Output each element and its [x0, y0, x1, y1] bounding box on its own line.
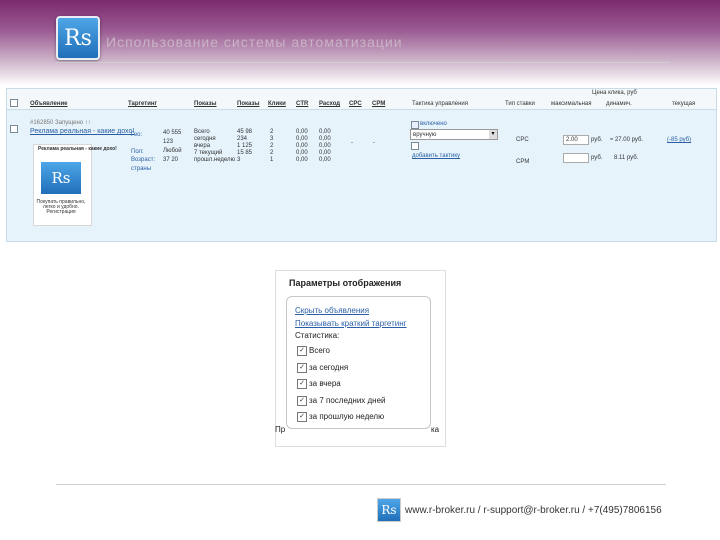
ad-description: Покупать правильно, легко и удобно. Реги… [36, 199, 86, 215]
stats-label: Статистика: [295, 331, 340, 340]
divider [56, 62, 670, 63]
max-bid-input[interactable]: 2.00 [563, 135, 589, 145]
shows-cell: 234 [237, 136, 248, 142]
bid-type-cpc: CPC [516, 137, 529, 143]
period-last-week: прошл.неделю [194, 157, 236, 163]
tactic-option-checkbox[interactable] [411, 142, 419, 150]
panel-title: Параметры отображения [289, 278, 402, 288]
clicks-cell: 1 [270, 157, 274, 163]
rs-logo: Rs [377, 498, 401, 522]
col-cpc[interactable]: CPC [349, 101, 362, 107]
col-spend[interactable]: Расход [319, 101, 340, 107]
max-bid-value: 2.00 [566, 137, 578, 143]
panel-bottom-left: Пр [275, 425, 286, 434]
bid-type-cpm: CPM [516, 159, 530, 165]
col-targeting[interactable]: Таргетинг [128, 101, 157, 107]
period-yesterday: вчера [194, 143, 211, 149]
ctr-cell: 0,00 [296, 129, 308, 135]
slide-title: Использование системы автоматизации [106, 34, 403, 50]
spend-cell: 0,00 [319, 136, 331, 142]
tactic-select-value: вручную [413, 132, 437, 138]
col-dynamic: динамич. [606, 101, 632, 107]
stat-checkbox[interactable]: ✓ [297, 379, 307, 389]
rub-label: руб. [591, 155, 603, 161]
col-tactics: Тактика управления [412, 101, 469, 107]
max-bid-cpm-input[interactable] [563, 153, 589, 163]
col-cpm[interactable]: CPM [372, 101, 385, 107]
col-bid-type: Тип ставки [505, 101, 535, 107]
period-total: Всего [194, 129, 210, 135]
period-week: 7 текущий [194, 150, 223, 156]
ad-logo: Rs [41, 162, 81, 194]
stat-option-total: Всего [309, 346, 330, 355]
target-value-2: 123 [163, 139, 174, 145]
row-checkbox[interactable] [10, 125, 18, 133]
stat-checkbox[interactable]: ✓ [297, 396, 307, 406]
col-max: максимальная [551, 101, 592, 107]
add-tactic-link[interactable]: добавить тактику [412, 153, 460, 159]
footer-contact: www.r-broker.ru / r-support@r-broker.ru … [405, 505, 662, 516]
target-countries-label: страны [131, 166, 152, 172]
col-current: текущая [672, 101, 696, 107]
target-geo-label: Гео: [131, 132, 143, 138]
stat-option-last-week: за прошлую неделю [309, 412, 385, 421]
settings-box [286, 296, 431, 429]
spend-cell: 0,00 [319, 129, 331, 135]
stat-option-yesterday: за вчера [309, 379, 341, 388]
tactic-enabled-label: включено [420, 121, 447, 127]
col-clicks[interactable]: Показы [237, 101, 260, 107]
clicks-cell: 2 [270, 143, 274, 149]
ctr-cell: 0,00 [296, 143, 308, 149]
shows-cell: 45 98 [237, 129, 253, 135]
ctr-cell: 0,00 [296, 136, 308, 142]
col-ads[interactable]: Объявление [30, 101, 68, 107]
dynamic-cpm: 8.11 руб. [614, 155, 639, 161]
tactic-select[interactable]: вручную ▾ [410, 129, 498, 140]
current-bid-link[interactable]: (-85 руб) [667, 137, 691, 143]
cpc-cell: - [351, 140, 353, 146]
target-geo-value: 40 555 [163, 130, 182, 136]
period-today: сегодня [194, 136, 216, 142]
show-targeting-link[interactable]: Показывать краткий таргетинг [295, 319, 407, 328]
hide-ads-link[interactable]: Скрыть объявления [295, 306, 369, 315]
panel-bottom-right: ка [431, 425, 440, 434]
col-shows[interactable]: Показы [194, 101, 217, 107]
stat-checkbox[interactable]: ✓ [297, 363, 307, 373]
spend-cell: 0,00 [319, 150, 331, 156]
select-all-checkbox[interactable] [10, 99, 18, 107]
rs-logo: Rs [56, 16, 100, 60]
ad-box-title: Реклама реальная - какие дохо! [38, 146, 117, 152]
rub-label: руб. [591, 137, 603, 143]
target-age-value: 37 20 [163, 157, 179, 163]
ctr-cell: 0,00 [296, 157, 308, 163]
clicks-cell: 3 [270, 136, 274, 142]
shows-cell: 15 85 [237, 150, 253, 156]
shows-cell: 3 [237, 157, 241, 163]
stat-checkbox[interactable]: ✓ [297, 346, 307, 356]
stat-option-today: за сегодня [309, 363, 349, 372]
col-bids[interactable]: Клики [268, 101, 286, 107]
dynamic-cpc: ≈ 27.00 руб. [610, 137, 644, 143]
price-note: Цена клика, руб [592, 90, 637, 96]
target-sex-label: Пол: [131, 149, 144, 155]
enabled-checkbox[interactable] [411, 121, 419, 129]
clicks-cell: 2 [270, 129, 274, 135]
col-ctr[interactable]: CTR [296, 101, 308, 107]
shows-cell: 1 125 [237, 143, 253, 149]
divider [56, 484, 666, 485]
target-sex-value: Любой [163, 148, 182, 154]
cpm-cell: - [373, 140, 375, 146]
target-age-label: Возраст: [131, 157, 156, 163]
stat-option-7days: за 7 последних дней [309, 396, 386, 405]
spend-cell: 0,00 [319, 157, 331, 163]
ctr-cell: 0,00 [296, 150, 308, 156]
clicks-cell: 2 [270, 150, 274, 156]
ad-link[interactable]: Реклама реальная - какие дохо! [30, 128, 134, 135]
chevron-down-icon: ▾ [489, 130, 497, 139]
campaign-table [6, 88, 717, 242]
spend-cell: 0,00 [319, 143, 331, 149]
ad-meta: #162850 Запущено ↑↑ [30, 120, 91, 126]
stat-checkbox[interactable]: ✓ [297, 412, 307, 422]
